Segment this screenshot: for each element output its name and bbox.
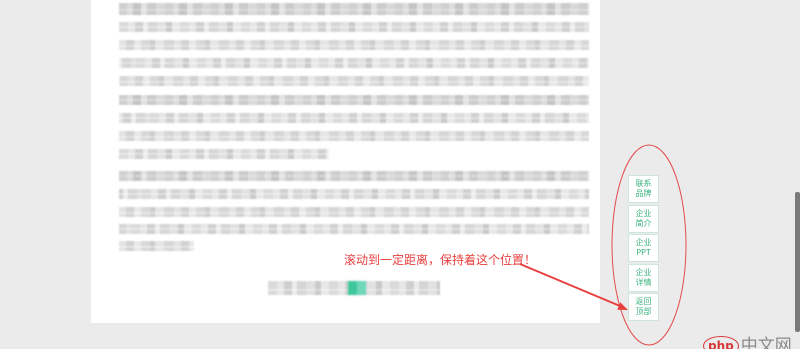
blurred-text-line xyxy=(119,241,194,251)
company-intro-button[interactable]: 企业 简介 xyxy=(628,204,659,233)
contact-brand-button[interactable]: 联系 品牌 xyxy=(628,175,659,203)
company-ppt-label-line1: 企业 xyxy=(635,238,652,247)
back-to-top-label-line2: 顶部 xyxy=(635,307,652,316)
blurred-text-line xyxy=(119,22,589,32)
company-details-label-line2: 详情 xyxy=(635,277,652,287)
company-intro-label-line1: 企业 xyxy=(635,208,652,218)
blurred-text-line xyxy=(119,58,589,68)
watermark-php-logo: php xyxy=(703,336,739,349)
blurred-text-line xyxy=(119,171,589,181)
back-to-top-button[interactable]: 返回 顶部 xyxy=(628,293,659,321)
blurred-text-line xyxy=(119,40,589,50)
blurred-footer-element xyxy=(268,281,440,295)
contact-brand-label-line2: 品牌 xyxy=(635,189,652,198)
page-scrollbar-thumb[interactable] xyxy=(795,192,800,332)
annotation-text: 滚动到一定距离，保持着这个位置！ xyxy=(344,253,537,267)
blurred-text-line xyxy=(119,224,589,234)
annotation-arrowhead xyxy=(617,302,628,310)
blurred-accent-block xyxy=(348,281,366,295)
company-details-button[interactable]: 企业 详情 xyxy=(628,263,659,292)
back-to-top-label-line1: 返回 xyxy=(635,297,652,306)
blurred-text-line xyxy=(119,149,329,159)
blurred-text-line xyxy=(119,95,589,105)
company-details-label-line1: 企业 xyxy=(635,267,652,277)
contact-brand-label-line1: 联系 xyxy=(635,179,652,188)
blurred-text-line xyxy=(119,113,589,123)
company-intro-label-line2: 简介 xyxy=(635,218,652,228)
floating-side-menu: 联系 品牌 企业 简介 企业 PPT 企业 详情 返回 顶部 xyxy=(628,175,659,321)
blurred-text-line xyxy=(119,3,589,15)
company-ppt-label-line2: PPT xyxy=(636,248,651,257)
blurred-text-line xyxy=(119,207,589,217)
blurred-text-line xyxy=(119,76,589,86)
company-ppt-button[interactable]: 企业 PPT xyxy=(628,234,659,262)
site-watermark: php 中文网 xyxy=(703,333,800,349)
content-panel xyxy=(91,0,600,323)
blurred-text-line xyxy=(119,189,589,199)
watermark-site-name: 中文网 xyxy=(740,336,792,349)
blurred-text-line xyxy=(119,131,589,141)
